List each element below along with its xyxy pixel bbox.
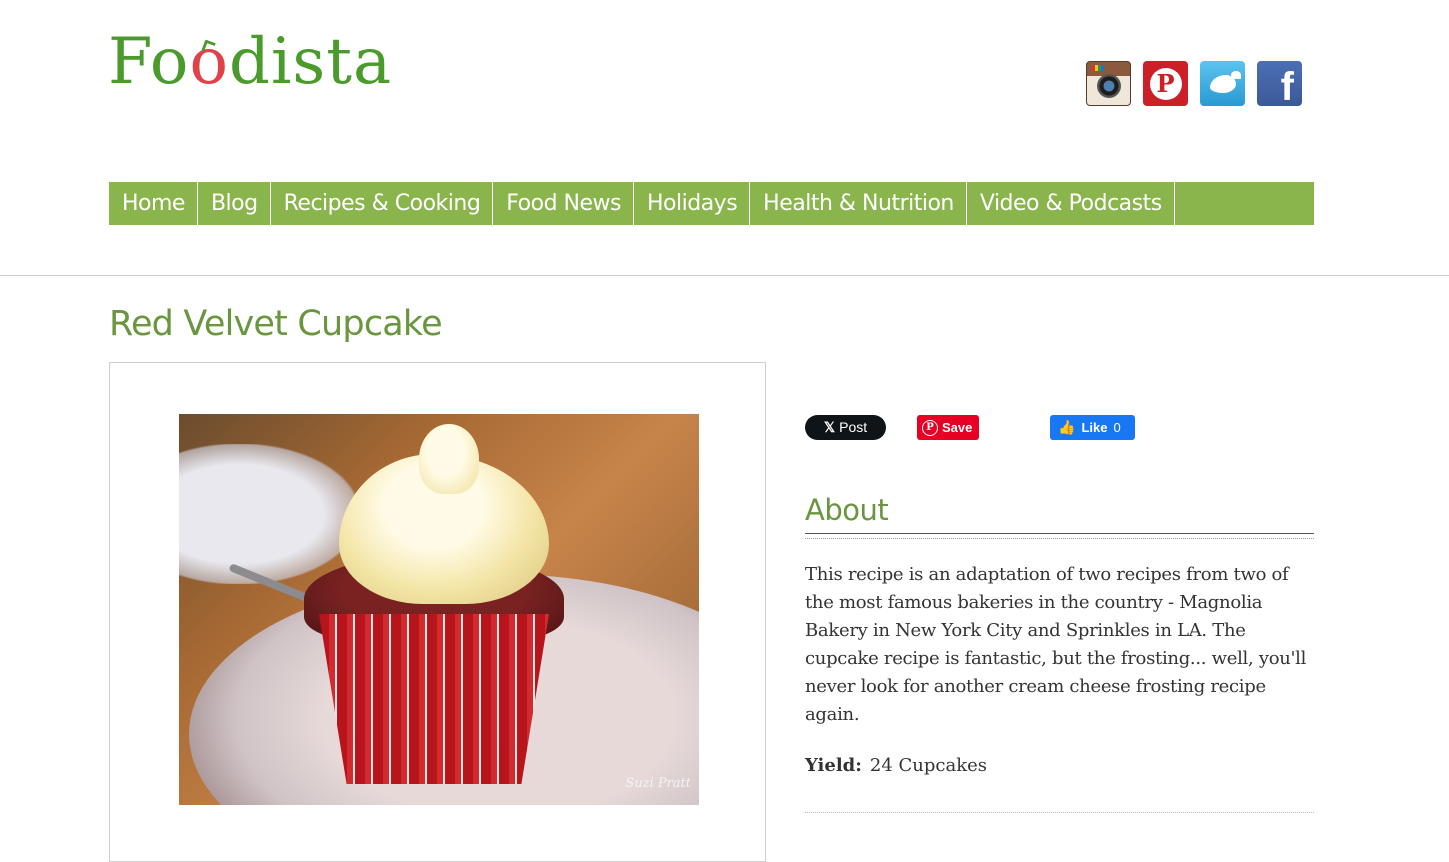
pinterest-icon[interactable]: P	[1143, 61, 1188, 106]
like-count: 0	[1113, 420, 1121, 435]
photo-frosting-tip	[419, 424, 479, 494]
facebook-icon[interactable]: f	[1257, 61, 1302, 106]
photo-cupcake-liner	[319, 614, 549, 784]
nav-item-food-news[interactable]: Food News	[493, 182, 634, 225]
recipe-image-frame: Suzi Pratt	[109, 362, 766, 862]
photo-signature: Suzi Pratt	[625, 776, 691, 791]
instagram-lens	[1096, 73, 1121, 98]
x-icon: 𝕏	[823, 419, 836, 435]
nav-item-health-nutrition[interactable]: Health & Nutrition	[750, 182, 967, 225]
nav-item-recipes-cooking[interactable]: Recipes & Cooking	[271, 182, 494, 225]
x-post-label: Post	[839, 419, 868, 435]
yield-row: Yield: 24 Cupcakes	[805, 755, 987, 776]
recipe-photo[interactable]: Suzi Pratt	[179, 414, 699, 805]
yield-divider	[805, 812, 1314, 813]
yield-label: Yield:	[805, 755, 862, 776]
logo-text-start: Fo	[108, 25, 190, 99]
thumbs-up-icon: 👍	[1058, 419, 1076, 435]
twitter-icon[interactable]	[1200, 61, 1245, 106]
page-title: Red Velvet Cupcake	[109, 304, 443, 344]
social-links: P f	[1086, 61, 1302, 106]
instagram-rainbow-strip	[1092, 65, 1104, 71]
about-divider	[805, 533, 1314, 539]
facebook-glyph: f	[1280, 65, 1294, 106]
main-nav: Home Blog Recipes & Cooking Food News Ho…	[109, 182, 1314, 225]
logo-text-end: dista	[228, 25, 393, 99]
instagram-icon[interactable]	[1086, 61, 1131, 106]
logo-apple-letter: o	[189, 25, 229, 99]
save-label: Save	[942, 420, 973, 435]
facebook-like-button[interactable]: 👍 Like 0	[1050, 415, 1135, 440]
twitter-bird	[1209, 70, 1241, 93]
pinterest-small-icon: P	[922, 419, 938, 436]
pinterest-glyph: P	[1149, 67, 1182, 100]
about-heading: About	[805, 493, 889, 527]
nav-item-video-podcasts[interactable]: Video & Podcasts	[967, 182, 1175, 225]
about-description: This recipe is an adaptation of two reci…	[805, 564, 1307, 725]
like-label: Like	[1081, 420, 1108, 435]
nav-item-home[interactable]: Home	[109, 182, 198, 225]
nav-item-holidays[interactable]: Holidays	[634, 182, 751, 225]
nav-item-blog[interactable]: Blog	[198, 182, 271, 225]
x-post-button[interactable]: 𝕏 Post	[805, 415, 886, 440]
header-divider	[0, 275, 1449, 276]
foodista-logo[interactable]: Foodista	[108, 22, 392, 102]
photo-napkin	[179, 444, 359, 584]
pinterest-save-button[interactable]: P Save	[917, 415, 979, 440]
yield-value: 24 Cupcakes	[869, 755, 988, 776]
